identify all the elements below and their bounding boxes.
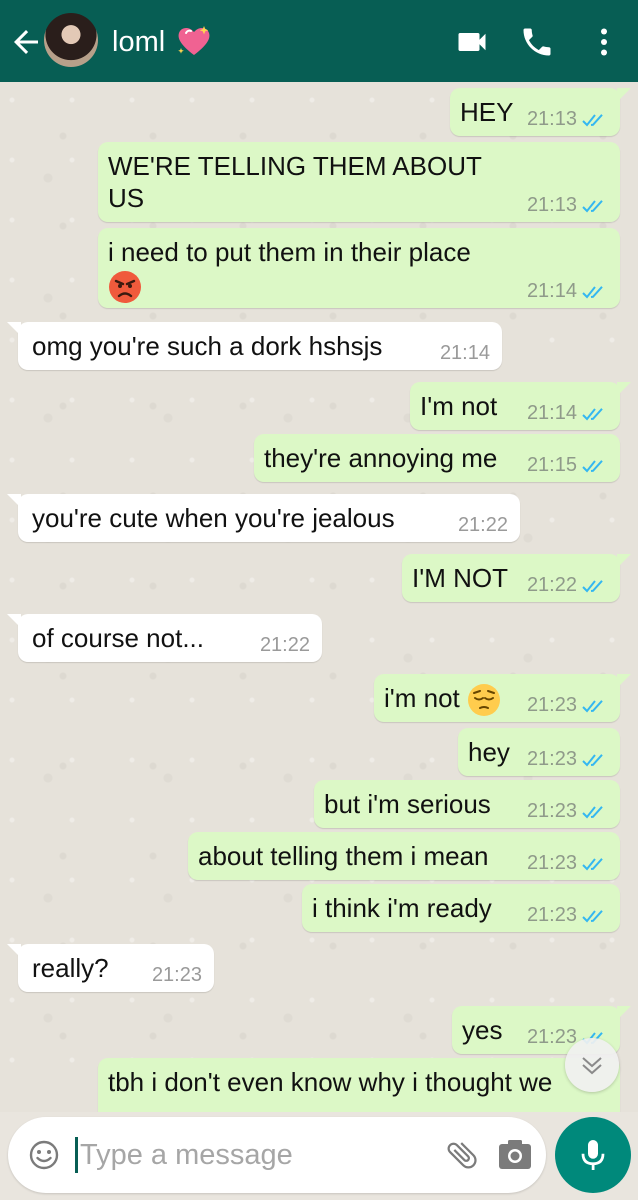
avatar[interactable]: [44, 13, 98, 67]
paperclip-icon[interactable]: [444, 1137, 480, 1173]
message-incoming[interactable]: omg you're such a dork hshsjs 21:14: [7, 322, 502, 370]
message-text: I'M NOT: [412, 563, 508, 593]
message-meta: 21:15: [527, 454, 608, 476]
message-outgoing[interactable]: tbh i don't even know why i thought we: [98, 1058, 620, 1112]
message-text: omg you're such a dork hshsjs: [32, 331, 383, 361]
read-ticks-icon: [582, 805, 603, 819]
read-ticks-icon: [582, 199, 603, 213]
more-vert-icon[interactable]: [586, 24, 622, 60]
message-outgoing[interactable]: i'm not 21:23: [374, 674, 631, 722]
microphone-icon: [581, 1140, 605, 1170]
message-incoming[interactable]: of course not... 21:22: [7, 614, 322, 662]
message-time: 21:22: [259, 634, 310, 656]
phone-icon[interactable]: [519, 24, 555, 60]
message-text: i'm not: [384, 682, 501, 717]
back-arrow-icon[interactable]: [8, 24, 44, 60]
message-meta: 21:23: [527, 904, 608, 926]
message-time: 21:23: [526, 1026, 577, 1048]
message-text: yes: [462, 1015, 503, 1045]
message-text-line: US: [108, 183, 145, 213]
message-time: 21:14: [526, 280, 577, 302]
message-text: tbh i don't even know why i thought we: [108, 1067, 553, 1097]
message-input[interactable]: [80, 1133, 440, 1177]
message-outgoing[interactable]: HEY 21:13: [450, 88, 631, 136]
message-time: 21:23: [526, 748, 577, 770]
read-ticks-icon: [582, 407, 603, 421]
message-outgoing[interactable]: I'M NOT 21:22: [402, 554, 631, 602]
camera-icon[interactable]: [498, 1139, 532, 1171]
message-meta: 21:23: [527, 800, 608, 822]
message-incoming[interactable]: really? 21:23: [7, 944, 214, 992]
message-composer: [8, 1117, 546, 1193]
chat-header: loml: [0, 0, 638, 82]
message-outgoing[interactable]: i need to put them in their place 21:14: [98, 228, 620, 308]
message-time: 21:13: [526, 108, 577, 130]
contact-name[interactable]: loml: [112, 24, 165, 60]
message-meta: 21:23: [527, 852, 608, 874]
read-ticks-icon: [582, 699, 603, 713]
message-meta: 21:23: [527, 748, 608, 770]
text-cursor: [75, 1137, 78, 1173]
emoji-icon[interactable]: [28, 1139, 60, 1171]
read-ticks-icon: [582, 113, 603, 127]
message-time: 21:15: [526, 454, 577, 476]
message-outgoing[interactable]: about telling them i mean 21:23: [188, 832, 620, 880]
message-time: 21:22: [526, 574, 577, 596]
message-text: of course not...: [32, 623, 204, 653]
message-text: I'm not: [420, 391, 498, 421]
read-ticks-icon: [582, 857, 603, 871]
double-chevron-down-icon: [582, 1057, 602, 1075]
voice-message-button[interactable]: [555, 1117, 631, 1193]
pensive-face-icon: [468, 684, 500, 717]
read-ticks-icon: [582, 909, 603, 923]
message-outgoing[interactable]: hey 21:23: [458, 728, 620, 776]
message-time: 21:23: [526, 904, 577, 926]
message-text: about telling them i mean: [198, 841, 489, 871]
message-time: 21:22: [457, 514, 508, 536]
message-outgoing[interactable]: WE'RE TELLING THEM ABOUT US 21:13: [98, 142, 620, 222]
message-meta: 21:13: [527, 108, 608, 130]
message-text: HEY: [460, 97, 514, 127]
message-time: 21:14: [526, 402, 577, 424]
message-text: really?: [32, 953, 109, 983]
message-outgoing[interactable]: i think i'm ready 21:23: [302, 884, 620, 932]
message-text: i need to put them in their place: [108, 237, 471, 267]
message-time: 21:23: [151, 964, 202, 986]
message-list[interactable]: HEY 21:13 WE'RE TELLING THEM ABOUT US 21…: [0, 82, 638, 1112]
message-text-line: WE'RE TELLING THEM ABOUT: [108, 151, 482, 181]
message-text: i think i'm ready: [312, 893, 492, 923]
video-call-icon[interactable]: [454, 24, 490, 60]
message-time: 21:14: [439, 342, 490, 364]
read-ticks-icon: [582, 285, 603, 299]
scroll-to-bottom-button[interactable]: [565, 1038, 619, 1092]
message-text: you're cute when you're jealous: [32, 503, 395, 533]
angry-face-icon: [109, 271, 141, 303]
message-meta: 21:14: [527, 280, 608, 302]
read-ticks-icon: [582, 753, 603, 767]
message-text: hey: [468, 737, 510, 767]
message-outgoing[interactable]: but i'm serious 21:23: [314, 780, 620, 828]
message-meta: 21:14: [527, 402, 608, 424]
message-time: 21:23: [526, 800, 577, 822]
read-ticks-icon: [582, 459, 603, 473]
message-time: 21:13: [526, 194, 577, 216]
message-text: but i'm serious: [324, 789, 491, 819]
message-meta: 21:13: [527, 194, 608, 216]
message-text-value: i'm not: [384, 683, 460, 713]
message-time: 21:23: [526, 694, 577, 716]
read-ticks-icon: [582, 579, 603, 593]
message-outgoing[interactable]: they're annoying me 21:15: [254, 434, 620, 482]
message-meta: 21:23: [527, 694, 608, 716]
message-meta: 21:22: [527, 574, 608, 596]
message-outgoing[interactable]: I'm not 21:14: [410, 382, 631, 430]
message-time: 21:23: [526, 852, 577, 874]
message-text: they're annoying me: [264, 443, 498, 473]
sparkling-heart-icon: [176, 24, 212, 58]
message-incoming[interactable]: you're cute when you're jealous 21:22: [7, 494, 520, 542]
